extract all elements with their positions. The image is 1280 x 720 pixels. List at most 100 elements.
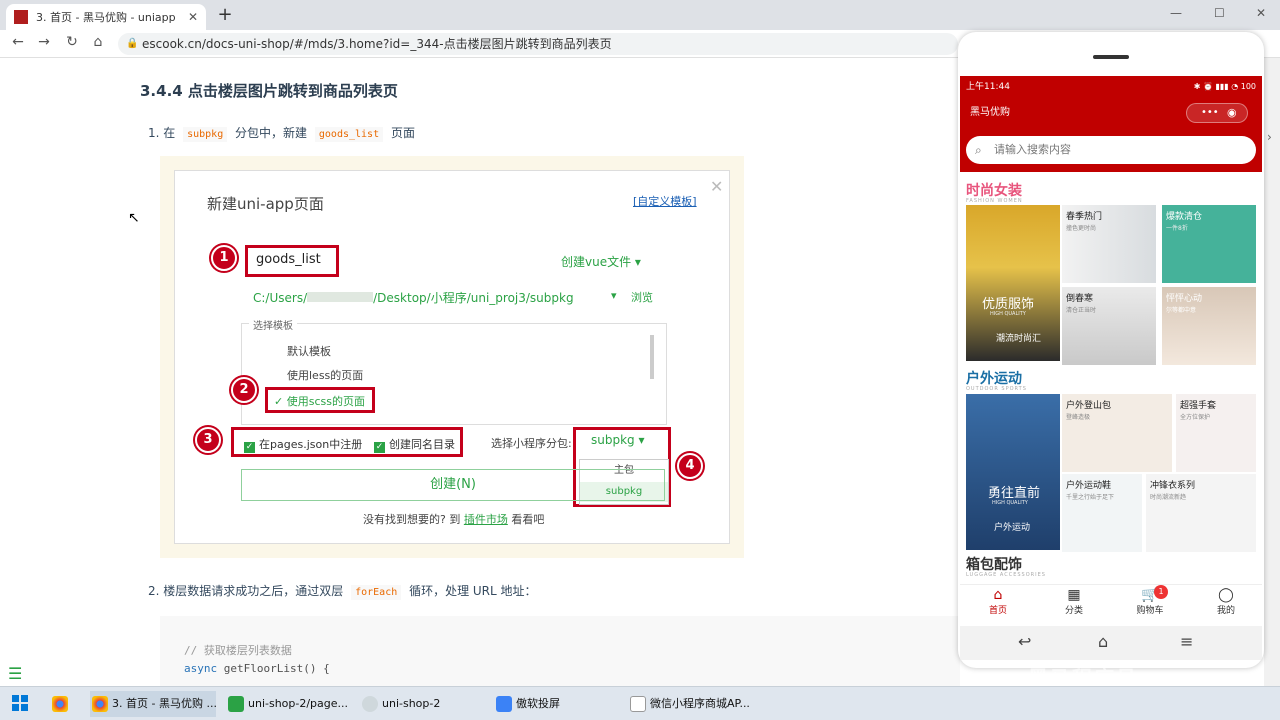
record-icon[interactable]: ◉ <box>1227 104 1237 122</box>
card-sub: 尔等都中意 <box>1166 307 1197 314</box>
minimize-icon[interactable]: — <box>1170 6 1182 20</box>
floor-card[interactable]: 怦怦心动 尔等都中意 <box>1162 287 1256 365</box>
grid-icon: ▦ <box>1067 587 1081 603</box>
url-text: escook.cn/docs-uni-shop/#/mds/3.home?id=… <box>142 37 612 51</box>
menu-icon[interactable]: ☰ <box>8 664 22 683</box>
page-scrollbar[interactable]: › <box>1264 58 1280 686</box>
floor-title: 户外运动 <box>966 371 1022 387</box>
tab-home[interactable]: ⌂ 首页 <box>968 587 1028 616</box>
taskbar-item-chrome[interactable]: 3. 首页 - 黑马优购 ... <box>90 691 216 717</box>
card-title: 户外运动鞋 <box>1066 481 1112 491</box>
plugin-market-link[interactable]: 插件市场 <box>464 513 508 526</box>
floor-big-image[interactable]: 优质服饰 HIGH QUALITY 潮流时尚汇 <box>966 205 1060 361</box>
taskbar-label: uni-shop-2 <box>382 697 441 710</box>
floor-card[interactable]: 春季热门 撞色更时尚 <box>1062 205 1156 283</box>
template-default[interactable]: 默认模板 <box>287 343 331 359</box>
path-field[interactable]: C:/Users/ /Desktop/小程序/uni_proj3/subpkg <box>253 289 574 306</box>
forward-icon[interactable]: → <box>34 34 54 50</box>
mp-capsule[interactable]: ••• ◉ <box>1186 103 1248 123</box>
hint-prefix: 没有找到想要的? 到 <box>363 513 461 526</box>
tab-profile[interactable]: ◯ 我的 <box>1196 587 1256 616</box>
new-tab-button[interactable]: + <box>214 4 236 26</box>
subpkg-select[interactable]: subpkg ▾ <box>591 433 645 447</box>
address-bar[interactable]: 🔒 escook.cn/docs-uni-shop/#/mds/3.home?i… <box>118 33 958 55</box>
code-comment: // 获取楼层列表数据 <box>184 644 292 657</box>
search-input[interactable]: ⌕ 请输入搜索内容 <box>966 136 1256 164</box>
taskbar-label: 3. 首页 - 黑马优购 ... <box>112 697 216 710</box>
dialog-close-icon[interactable]: ✕ <box>710 177 723 196</box>
template-scrollbar[interactable] <box>650 335 654 379</box>
card-sub: 千里之行始于足下 <box>1066 494 1115 501</box>
maximize-icon[interactable]: ☐ <box>1214 6 1225 20</box>
create-button[interactable]: 创建(N) <box>241 469 665 501</box>
floor-card[interactable]: 超强手套 全方位保护 <box>1176 394 1256 472</box>
code-goods-list: goods_list <box>314 127 384 142</box>
check-icon: ✓ <box>374 442 385 453</box>
big-en: HIGH QUALITY <box>992 500 1028 506</box>
floor-subtitle: OUTDOOR SPORTS <box>966 386 1027 392</box>
windows-start-icon[interactable] <box>12 695 28 711</box>
floor-card[interactable]: 冲锋衣系列 时尚潮流新趋 <box>1146 474 1256 552</box>
doc-content: 3.4.4 点击楼层图片跳转到商品列表页 1. 在 subpkg 分包中，新建 … <box>0 58 960 686</box>
recents-nav-icon[interactable]: ≡ <box>1180 632 1193 651</box>
favicon-icon <box>14 10 28 24</box>
back-icon[interactable]: ← <box>8 34 28 50</box>
tab-category[interactable]: ▦ 分类 <box>1044 587 1104 616</box>
card-title: 超强手套 <box>1180 401 1217 411</box>
taskbar-item-hbuilder[interactable]: uni-shop-2/page... <box>226 691 352 717</box>
taskbar-item-devtools[interactable]: uni-shop-2 <box>360 691 486 717</box>
chrome-pinned-icon[interactable] <box>50 691 80 717</box>
dialog-title: 新建uni-app页面 <box>207 195 324 213</box>
create-vue-label: 创建vue文件 <box>561 255 632 269</box>
big-title: 优质服饰 <box>982 297 1035 312</box>
hint-suffix: 看看吧 <box>511 513 545 526</box>
home-icon[interactable]: ⌂ <box>88 34 108 50</box>
taskbar-item-typora[interactable]: 微信小程序商城AP... <box>628 691 754 717</box>
path-dropdown-icon[interactable]: ▾ <box>611 289 617 302</box>
card-sub: 清仓正当时 <box>1066 307 1097 314</box>
big-sub: 户外运动 <box>994 523 1031 533</box>
highlight-scss: ✓ 使用scss的页面 <box>265 387 375 413</box>
card-title: 倒春寒 <box>1066 294 1094 304</box>
phone-navbar: 黑马优购 ••• ◉ <box>960 98 1262 128</box>
back-nav-icon[interactable]: ↩ <box>1018 632 1031 651</box>
page-name-input[interactable]: goods_list <box>256 252 321 267</box>
create-vue-select[interactable]: 创建vue文件 ▾ <box>561 253 641 270</box>
template-scss[interactable]: ✓ 使用scss的页面 <box>274 393 365 409</box>
new-page-dialog: 新建uni-app页面 [自定义模板] ✕ 1 goods_list 创建vue… <box>174 170 730 544</box>
card-sub: 时尚潮流新趋 <box>1150 494 1187 501</box>
browse-button[interactable]: 浏览 <box>631 289 653 305</box>
code-keyword: async <box>184 662 218 675</box>
card-title: 春季热门 <box>1066 212 1103 222</box>
close-tab-icon[interactable]: ✕ <box>188 10 198 24</box>
floor-big-image[interactable]: 勇往直前 HIGH QUALITY 户外运动 <box>966 394 1060 550</box>
close-window-icon[interactable]: ✕ <box>1256 6 1266 20</box>
floor-card[interactable]: 爆款清仓 一件8折 <box>1162 205 1256 283</box>
status-icons: ✱ ⏰ ▮▮▮ ◔ 100 <box>1193 82 1256 91</box>
create-dir-checkbox[interactable]: ✓ 创建同名目录 <box>374 436 455 453</box>
badge-1: 1 <box>211 245 237 271</box>
floor-card[interactable]: 户外运动鞋 千里之行始于足下 <box>1062 474 1142 552</box>
search-bar: ⌕ 请输入搜索内容 <box>960 128 1262 172</box>
card-sub: 撞色更时尚 <box>1066 225 1097 232</box>
select-pkg-label: 选择小程序分包: <box>491 437 572 450</box>
floor-card[interactable]: 户外登山包 登峰造极 <box>1062 394 1172 472</box>
path-prefix: C:/Users/ <box>253 291 308 305</box>
home-icon: ⌂ <box>993 587 1003 603</box>
home-nav-icon[interactable]: ⌂ <box>1098 632 1108 651</box>
tab-label: 首页 <box>988 606 1007 616</box>
card-sub: 登峰造极 <box>1066 414 1091 421</box>
register-pages-checkbox[interactable]: ✓ 在pages.json中注册 <box>244 436 362 453</box>
taskbar-item-apowermirror[interactable]: 傲软投屏 <box>494 691 620 717</box>
chevron-right-icon[interactable]: › <box>1267 130 1272 144</box>
reload-icon[interactable]: ↻ <box>62 34 82 50</box>
tab-cart[interactable]: 🛒 1 购物车 <box>1120 585 1180 616</box>
check-icon: ✓ <box>244 442 255 453</box>
custom-template-link[interactable]: [自定义模板] <box>633 193 697 209</box>
register-pages-label: 在pages.json中注册 <box>259 438 363 451</box>
floor-card[interactable]: 倒春寒 清仓正当时 <box>1062 287 1156 365</box>
template-less[interactable]: 使用less的页面 <box>287 367 363 383</box>
highlight-name: goods_list <box>245 245 339 277</box>
browser-tab[interactable]: 3. 首页 - 黑马优购 - uniapp ✕ <box>6 4 206 30</box>
more-icon[interactable]: ••• <box>1201 104 1219 122</box>
